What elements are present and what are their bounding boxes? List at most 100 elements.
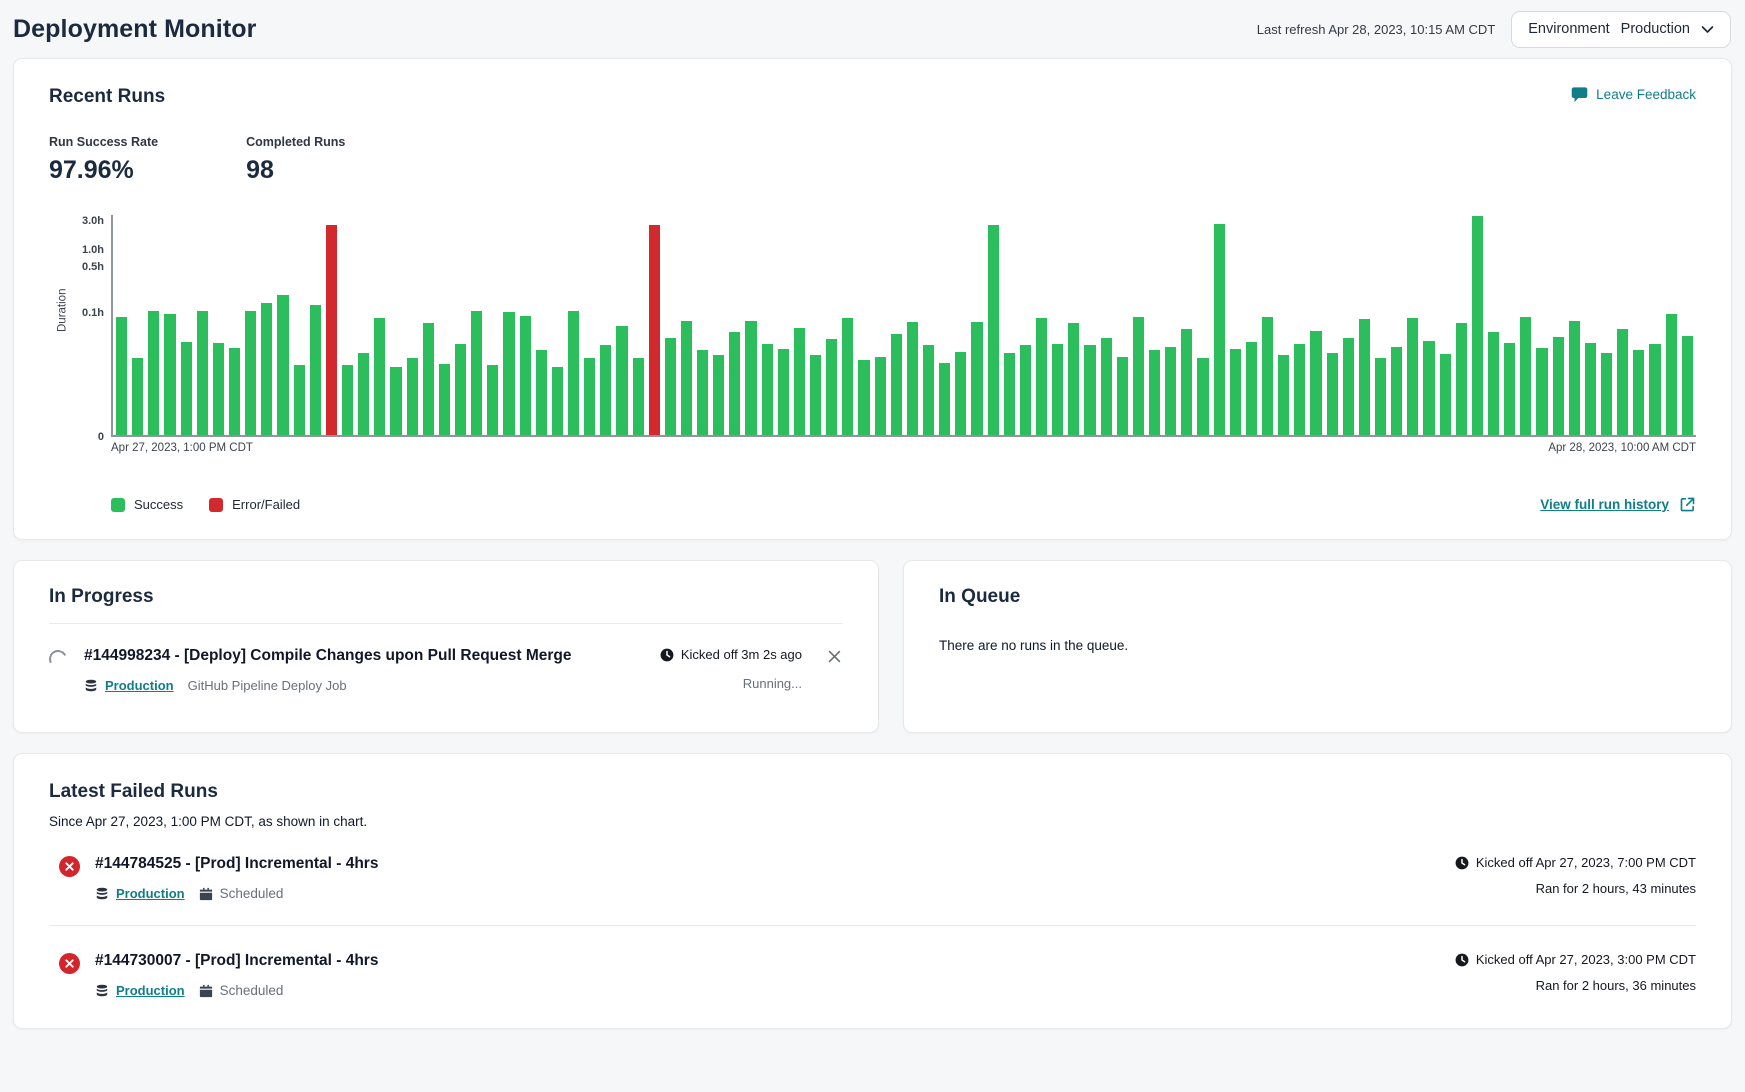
run-bar-success[interactable] <box>745 321 756 435</box>
run-bar-success[interactable] <box>116 317 127 435</box>
run-bar-success[interactable] <box>810 355 821 435</box>
run-bar-success[interactable] <box>1133 317 1144 435</box>
run-bar-success[interactable] <box>358 353 369 435</box>
run-bar-success[interactable] <box>1585 343 1596 435</box>
run-bar-success[interactable] <box>1666 314 1677 435</box>
run-bar-success[interactable] <box>439 364 450 435</box>
run-bar-success[interactable] <box>891 334 902 435</box>
run-bar-success[interactable] <box>1359 319 1370 435</box>
run-bar-success[interactable] <box>842 318 853 435</box>
run-bar-success[interactable] <box>294 365 305 435</box>
run-bar-success[interactable] <box>1197 358 1208 435</box>
run-bar-success[interactable] <box>1682 336 1693 435</box>
run-bar-success[interactable] <box>148 311 159 435</box>
run-bar-success[interactable] <box>600 345 611 435</box>
run-bar-success[interactable] <box>584 358 595 435</box>
run-bar-success[interactable] <box>1327 353 1338 435</box>
run-bar-success[interactable] <box>229 348 240 435</box>
run-bar-success[interactable] <box>1052 344 1063 435</box>
run-bar-success[interactable] <box>181 342 192 435</box>
run-bar-success[interactable] <box>1278 355 1289 435</box>
run-bar-success[interactable] <box>778 349 789 435</box>
run-bar-success[interactable] <box>729 332 740 435</box>
run-bar-success[interactable] <box>213 343 224 435</box>
run-bar-success[interactable] <box>681 321 692 435</box>
run-bar-success[interactable] <box>1214 224 1225 435</box>
run-bar-success[interactable] <box>713 355 724 435</box>
run-bar-success[interactable] <box>568 311 579 435</box>
run-bar-success[interactable] <box>1343 338 1354 435</box>
run-bar-failed[interactable] <box>326 225 337 435</box>
failed-run-environment-link[interactable]: Production <box>95 983 185 998</box>
run-bar-success[interactable] <box>423 323 434 435</box>
run-bar-success[interactable] <box>858 360 869 435</box>
run-bar-success[interactable] <box>164 314 175 435</box>
run-bar-success[interactable] <box>1407 318 1418 435</box>
run-bar-success[interactable] <box>1456 323 1467 435</box>
run-bar-success[interactable] <box>552 367 563 435</box>
run-bar-success[interactable] <box>1084 345 1095 435</box>
run-bar-success[interactable] <box>261 303 272 435</box>
run-bar-success[interactable] <box>1488 332 1499 435</box>
run-bar-success[interactable] <box>390 367 401 435</box>
run-bar-success[interactable] <box>1472 216 1483 435</box>
run-bar-success[interactable] <box>1101 338 1112 435</box>
run-bar-success[interactable] <box>455 344 466 435</box>
run-bar-success[interactable] <box>277 295 288 435</box>
run-bar-failed[interactable] <box>649 225 660 435</box>
environment-dropdown[interactable]: Environment Production <box>1511 11 1731 48</box>
run-bar-success[interactable] <box>1633 350 1644 435</box>
run-bar-success[interactable] <box>487 365 498 435</box>
run-bar-success[interactable] <box>1117 357 1128 435</box>
run-bar-success[interactable] <box>1020 345 1031 435</box>
run-bar-success[interactable] <box>923 345 934 435</box>
run-bar-success[interactable] <box>1553 337 1564 435</box>
run-bar-success[interactable] <box>1149 350 1160 435</box>
run-bar-success[interactable] <box>520 316 531 435</box>
run-bar-success[interactable] <box>633 358 644 435</box>
run-bar-success[interactable] <box>342 365 353 435</box>
close-icon[interactable] <box>826 648 843 665</box>
run-bar-success[interactable] <box>536 350 547 435</box>
run-bar-success[interactable] <box>1294 344 1305 435</box>
run-bar-success[interactable] <box>1601 353 1612 435</box>
run-bar-success[interactable] <box>616 326 627 435</box>
run-bar-success[interactable] <box>1310 331 1321 435</box>
run-bar-success[interactable] <box>245 311 256 435</box>
run-bar-success[interactable] <box>1230 349 1241 435</box>
run-bar-success[interactable] <box>1440 354 1451 435</box>
failed-run-environment-link[interactable]: Production <box>95 886 185 901</box>
run-bar-success[interactable] <box>665 338 676 435</box>
run-bar-success[interactable] <box>407 358 418 435</box>
in-progress-environment-link[interactable]: Production <box>84 678 174 693</box>
run-bar-success[interactable] <box>1423 341 1434 435</box>
run-bar-success[interactable] <box>988 225 999 435</box>
run-bar-success[interactable] <box>1520 317 1531 435</box>
run-bar-success[interactable] <box>1246 342 1257 435</box>
run-bar-success[interactable] <box>1004 353 1015 435</box>
run-bar-success[interactable] <box>794 328 805 435</box>
run-bar-success[interactable] <box>1504 343 1515 435</box>
run-bar-success[interactable] <box>132 358 143 435</box>
run-bar-success[interactable] <box>939 363 950 435</box>
run-bar-success[interactable] <box>503 312 514 435</box>
leave-feedback-link[interactable]: Leave Feedback <box>1571 86 1696 103</box>
run-bar-success[interactable] <box>697 350 708 435</box>
run-bar-success[interactable] <box>1181 329 1192 435</box>
view-full-run-history-link[interactable]: View full run history <box>1540 496 1696 513</box>
run-bar-success[interactable] <box>826 339 837 435</box>
run-bar-success[interactable] <box>971 322 982 435</box>
run-bar-success[interactable] <box>310 305 321 435</box>
run-bar-success[interactable] <box>875 357 886 435</box>
run-bar-success[interactable] <box>1617 329 1628 435</box>
run-bar-success[interactable] <box>1165 347 1176 435</box>
run-bar-success[interactable] <box>1068 323 1079 435</box>
run-bar-success[interactable] <box>1262 317 1273 435</box>
run-bar-success[interactable] <box>1036 318 1047 435</box>
run-bar-success[interactable] <box>1649 344 1660 435</box>
run-bar-success[interactable] <box>1569 321 1580 435</box>
run-bar-success[interactable] <box>907 322 918 435</box>
run-bar-success[interactable] <box>762 344 773 435</box>
run-bar-success[interactable] <box>955 352 966 435</box>
run-bar-success[interactable] <box>1536 348 1547 435</box>
